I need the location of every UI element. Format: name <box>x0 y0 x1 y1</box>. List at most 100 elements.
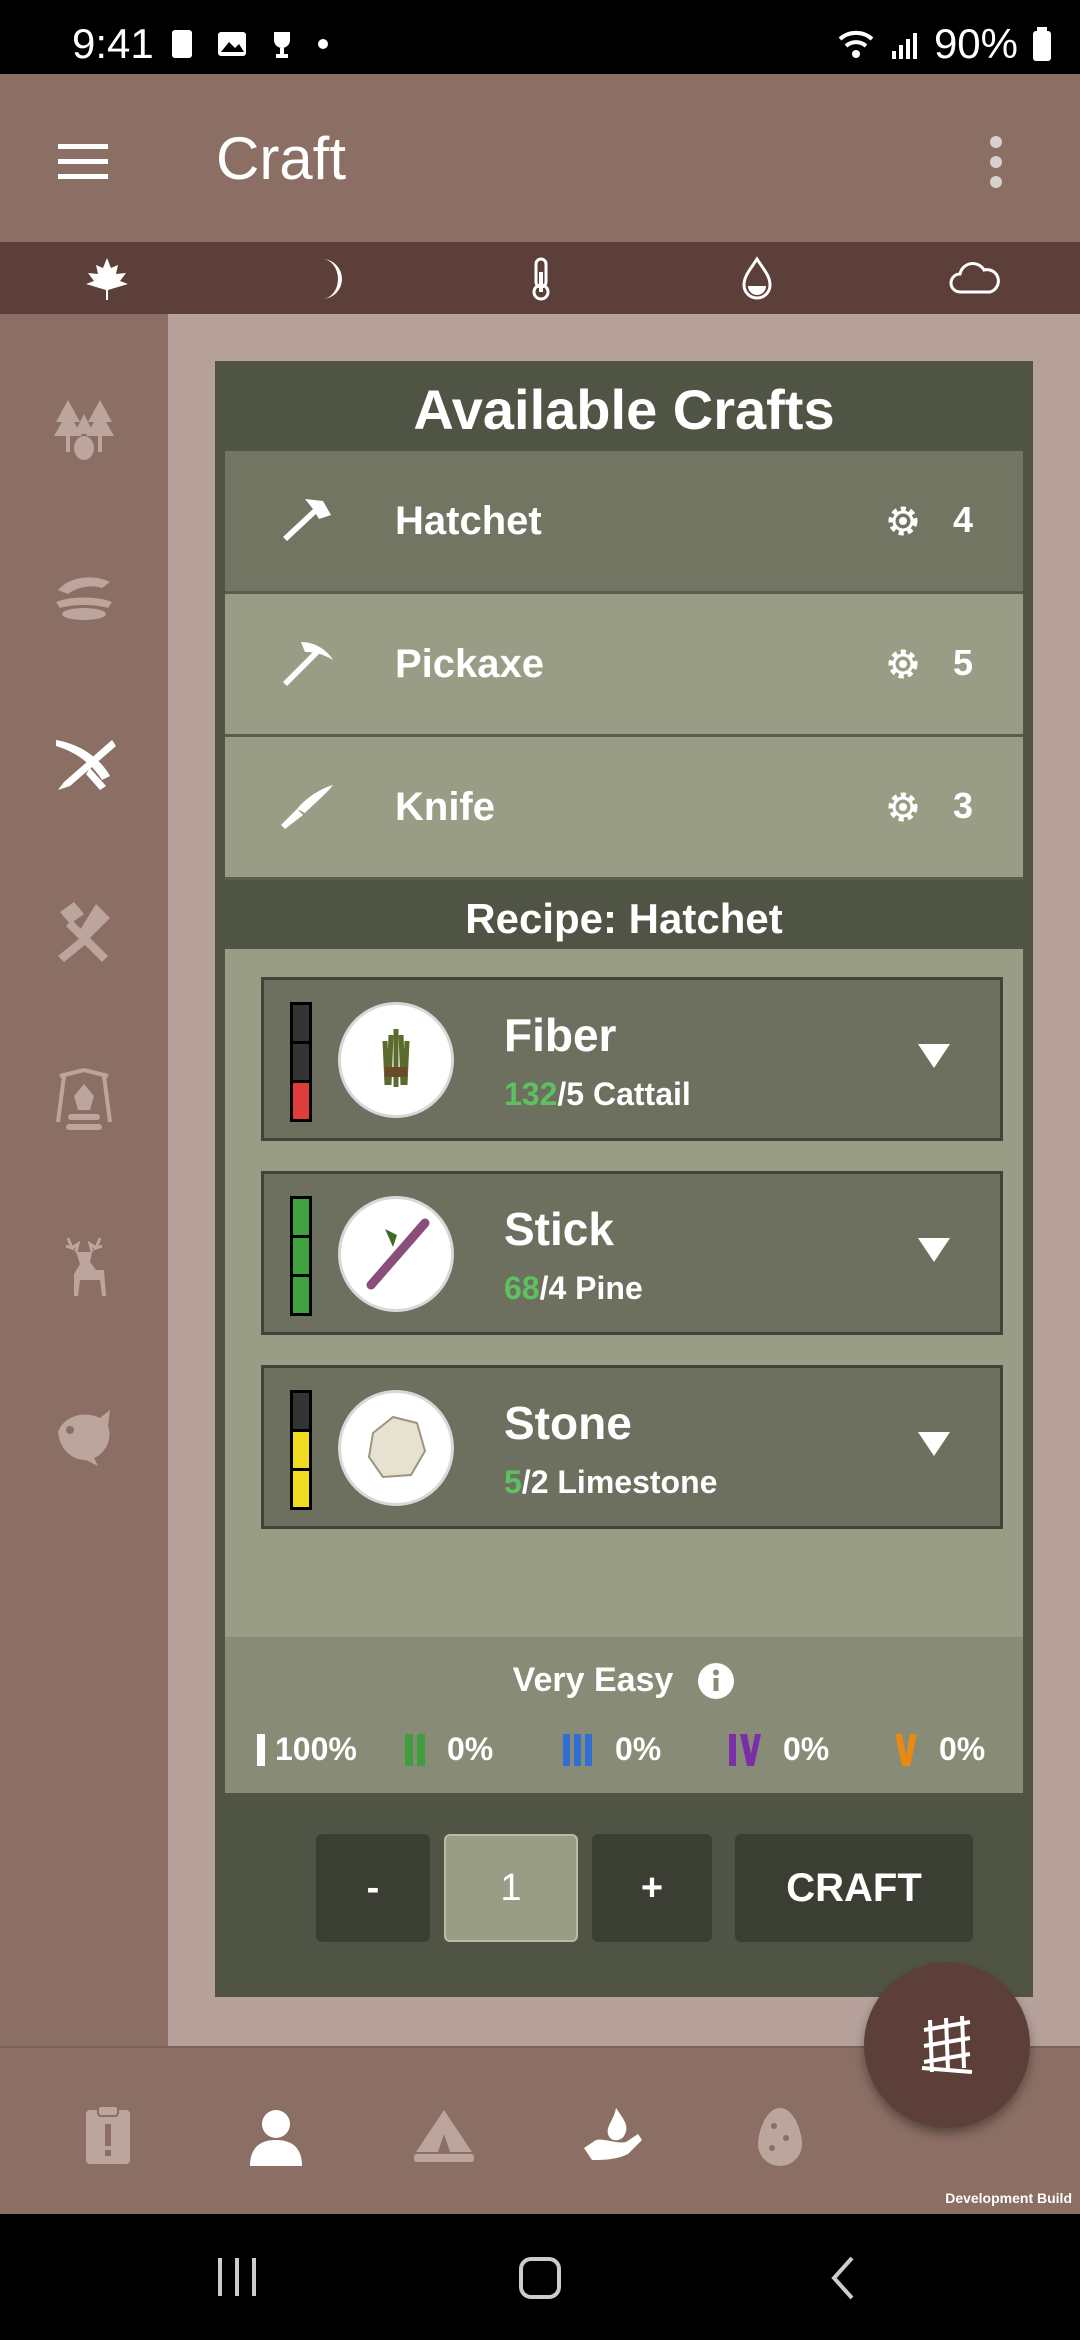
trophy-notification-icon <box>274 32 290 58</box>
tier-1: 100% <box>257 1731 357 1768</box>
bar-seg <box>293 1393 309 1429</box>
tier-3-mark <box>563 1733 592 1766</box>
forest-icon[interactable] <box>50 394 118 462</box>
ingredient-row[interactable]: Fiber 132/5 Cattail <box>261 977 1003 1141</box>
quality-bar <box>290 1196 312 1316</box>
difficulty-label: Very Easy <box>512 1661 674 1699</box>
status-bar: 9:41 90% <box>0 0 1080 74</box>
knife-icon <box>281 785 333 829</box>
tools-icon[interactable] <box>50 898 118 966</box>
hatchet-icon <box>283 499 331 541</box>
pickaxe-icon <box>283 642 333 686</box>
side-nav <box>0 314 168 2046</box>
tier-2-mark <box>405 1733 425 1766</box>
quality-bar <box>290 1002 312 1122</box>
quantity-field[interactable]: 1 <box>444 1834 578 1942</box>
tier-1-value: 100% <box>275 1731 357 1767</box>
tier-5-mark <box>895 1733 917 1766</box>
dev-build-label: Development Build <box>945 2190 1072 2206</box>
craft-label: Hatchet <box>395 499 542 543</box>
craft-label: Knife <box>395 785 495 829</box>
ingredient-name: Stick <box>504 1203 614 1255</box>
craft-item-pickaxe[interactable]: Pickaxe 5 <box>225 594 1023 737</box>
thermometer-icon[interactable] <box>518 256 564 302</box>
overflow-menu-icon[interactable] <box>988 134 1004 190</box>
gear-icon <box>888 649 918 679</box>
tier-4: 0% <box>729 1731 829 1768</box>
fish-icon[interactable] <box>50 1402 118 1470</box>
bar-seg <box>293 1471 309 1507</box>
dropdown-arrow-icon[interactable] <box>918 1044 950 1068</box>
fiber-image <box>338 1002 454 1118</box>
craft-item-knife[interactable]: Knife 3 <box>225 737 1023 880</box>
craft-count: 3 <box>952 785 973 826</box>
tier-5: 0% <box>895 1731 985 1768</box>
weather-bar <box>0 242 1080 314</box>
craft-button[interactable]: CRAFT <box>735 1834 973 1942</box>
dropdown-arrow-icon[interactable] <box>918 1432 950 1456</box>
water-drop-icon[interactable] <box>734 256 780 302</box>
tier-4-value: 0% <box>783 1731 830 1767</box>
available-crafts-heading: Available Crafts <box>413 378 835 441</box>
bar-seg <box>293 1432 309 1468</box>
tier-5-value: 0% <box>939 1731 986 1767</box>
craft-count: 5 <box>952 642 973 683</box>
battery-percent: 90% <box>933 20 1018 67</box>
quality-bar <box>290 1390 312 1510</box>
craft-item-hatchet[interactable]: Hatchet 4 <box>225 451 1023 594</box>
craft-count: 4 <box>952 499 973 540</box>
egg-icon[interactable] <box>748 2104 812 2168</box>
tier-3: 0% <box>563 1731 661 1768</box>
dropdown-arrow-icon[interactable] <box>918 1238 950 1262</box>
craft-panel: Available Crafts Hatchet 4 Pickaxe 5 Kni… <box>215 361 1033 1997</box>
bar-seg <box>293 1277 309 1313</box>
gear-icon <box>888 506 918 536</box>
ingredient-row[interactable]: Stick 68/4 Pine <box>261 1171 1003 1335</box>
deer-icon[interactable] <box>50 1234 118 1302</box>
limestone-icon <box>367 1415 427 1479</box>
status-right: 90% <box>836 20 1052 68</box>
shelter-icon[interactable] <box>412 2104 476 2168</box>
ingredient-quantity: 5/2 Limestone <box>504 1464 718 1500</box>
ingredient-quantity: 132/5 Cattail <box>504 1076 691 1112</box>
bar-seg <box>293 1044 309 1080</box>
tier-3-value: 0% <box>615 1731 662 1767</box>
recipe-heading: Recipe: Hatchet <box>465 895 783 942</box>
pine-stick-icon <box>366 1218 430 1290</box>
campfire-icon[interactable] <box>50 1066 118 1134</box>
signal-icon <box>891 33 917 59</box>
app-bar: Craft <box>0 74 1080 242</box>
gear-icon <box>888 792 918 822</box>
fire-hand-icon[interactable] <box>580 2104 644 2168</box>
cattail-icon <box>382 1029 410 1087</box>
image-notification-icon <box>218 32 246 56</box>
wifi-icon <box>838 30 874 58</box>
recent-apps-icon[interactable] <box>216 2256 260 2298</box>
ingredient-row[interactable]: Stone 5/2 Limestone <box>261 1365 1003 1529</box>
difficulty-row: Very Easy <box>215 1661 1033 1700</box>
tier-1-mark <box>257 1733 265 1766</box>
character-icon[interactable] <box>244 2104 308 2168</box>
tier-2-value: 0% <box>447 1731 494 1767</box>
ingredient-quantity: 68/4 Pine <box>504 1270 643 1306</box>
decrease-quantity-button[interactable]: - <box>316 1834 430 1942</box>
info-icon[interactable] <box>697 1662 735 1700</box>
leaf-icon[interactable] <box>84 256 130 302</box>
home-icon[interactable] <box>518 2256 562 2300</box>
back-icon[interactable] <box>828 2256 858 2300</box>
recipe-body: Fiber 132/5 Cattail Stick 68/4 Pine Ston… <box>225 949 1023 1637</box>
cloud-icon[interactable] <box>948 256 1000 302</box>
fab-button[interactable] <box>864 1962 1030 2128</box>
hamburger-menu-icon[interactable] <box>58 142 110 182</box>
phone-notification-icon <box>172 30 192 58</box>
bar-seg <box>293 1005 309 1041</box>
bar-seg <box>293 1199 309 1235</box>
craft-label: Pickaxe <box>395 642 545 686</box>
stone-image <box>338 1390 454 1506</box>
stick-image <box>338 1196 454 1312</box>
journal-icon[interactable] <box>76 2104 140 2168</box>
crafting-icon[interactable] <box>50 730 118 798</box>
moon-icon[interactable] <box>308 256 354 302</box>
foraging-icon[interactable] <box>50 562 118 630</box>
increase-quantity-button[interactable]: + <box>592 1834 712 1942</box>
